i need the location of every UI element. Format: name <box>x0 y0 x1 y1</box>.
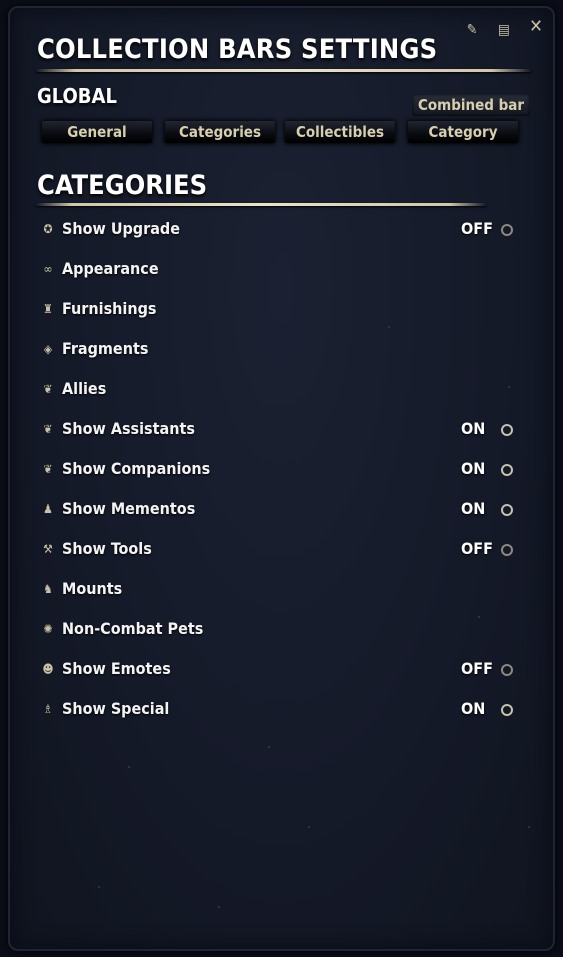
toggle-state-label: ON <box>461 499 486 518</box>
pets-icon: ✺ <box>43 622 53 636</box>
category-row: ☻ Show Emotes OFF <box>38 656 528 682</box>
category-label: Appearance <box>62 259 159 278</box>
toggle-switch[interactable] <box>501 664 513 676</box>
special-icon: ♗ <box>43 702 53 716</box>
category-label: Furnishings <box>62 299 157 318</box>
tab-categories[interactable]: Categories <box>165 121 275 143</box>
toggle-switch[interactable] <box>501 704 513 716</box>
page-subtitle: GLOBAL <box>37 84 117 108</box>
toggle-state-label: OFF <box>461 539 493 558</box>
category-row: ❦ Allies <box>38 376 528 402</box>
category-label: Show Tools <box>62 539 152 558</box>
mounts-icon: ♞ <box>43 582 53 596</box>
mementos-icon: ♟ <box>43 502 53 516</box>
category-label: Show Special <box>62 699 170 718</box>
close-icon[interactable]: ✕ <box>528 18 544 36</box>
tools-icon: ⚒ <box>43 542 53 556</box>
category-row: ∞ Appearance <box>38 256 528 282</box>
emotes-icon: ☻ <box>42 662 54 676</box>
category-label: Show Mementos <box>62 499 196 518</box>
category-label: Non-Combat Pets <box>62 619 204 638</box>
category-label: Fragments <box>62 339 149 358</box>
toggle-switch[interactable] <box>501 224 513 236</box>
tab-category[interactable]: Category <box>408 121 518 143</box>
toggle-switch[interactable] <box>501 504 513 516</box>
toggle-state-label: ON <box>461 699 486 718</box>
category-label: Show Emotes <box>62 659 171 678</box>
upgrade-icon: ✪ <box>43 222 53 236</box>
category-label: Show Upgrade <box>62 219 180 238</box>
appearance-icon: ∞ <box>43 262 53 276</box>
category-label: Show Companions <box>62 459 211 478</box>
toggle-switch[interactable] <box>501 424 513 436</box>
allies-icon: ❦ <box>43 382 53 396</box>
edit-icon[interactable]: ✎ <box>464 22 480 38</box>
tab-general[interactable]: General <box>42 121 152 143</box>
title-divider <box>36 69 531 72</box>
category-row: ❦ Show Assistants ON <box>38 416 528 442</box>
toggle-switch[interactable] <box>501 544 513 556</box>
category-label: Show Assistants <box>62 419 195 438</box>
tab-collectibles[interactable]: Collectibles <box>285 121 395 143</box>
section-divider <box>36 203 486 206</box>
window-title: COLLECTION BARS SETTINGS <box>37 34 438 65</box>
category-label: Mounts <box>62 579 123 598</box>
combined-bar-button[interactable]: Combined bar <box>412 94 531 116</box>
category-row: ◈ Fragments <box>38 336 528 362</box>
category-row: ♜ Furnishings <box>38 296 528 322</box>
assistants-icon: ❦ <box>43 422 53 436</box>
furnishings-icon: ♜ <box>43 302 53 316</box>
section-title: CATEGORIES <box>37 170 208 201</box>
category-row: ♟ Show Mementos ON <box>38 496 528 522</box>
document-icon[interactable]: ▤ <box>496 22 512 38</box>
toggle-state-label: OFF <box>461 659 493 678</box>
category-row: ♞ Mounts <box>38 576 528 602</box>
category-row: ⚒ Show Tools OFF <box>38 536 528 562</box>
category-row: ❦ Show Companions ON <box>38 456 528 482</box>
toggle-state-label: OFF <box>461 219 493 238</box>
toggle-state-label: ON <box>461 459 486 478</box>
toggle-switch[interactable] <box>501 464 513 476</box>
category-label: Allies <box>62 379 107 398</box>
category-row: ♗ Show Special ON <box>38 696 528 722</box>
settings-window: ✎ ▤ ✕ COLLECTION BARS SETTINGS GLOBAL Co… <box>8 6 555 951</box>
companions-icon: ❦ <box>43 462 53 476</box>
category-row: ✪ Show Upgrade OFF <box>38 216 528 242</box>
fragments-icon: ◈ <box>43 342 53 356</box>
toggle-state-label: ON <box>461 419 486 438</box>
category-row: ✺ Non-Combat Pets <box>38 616 528 642</box>
